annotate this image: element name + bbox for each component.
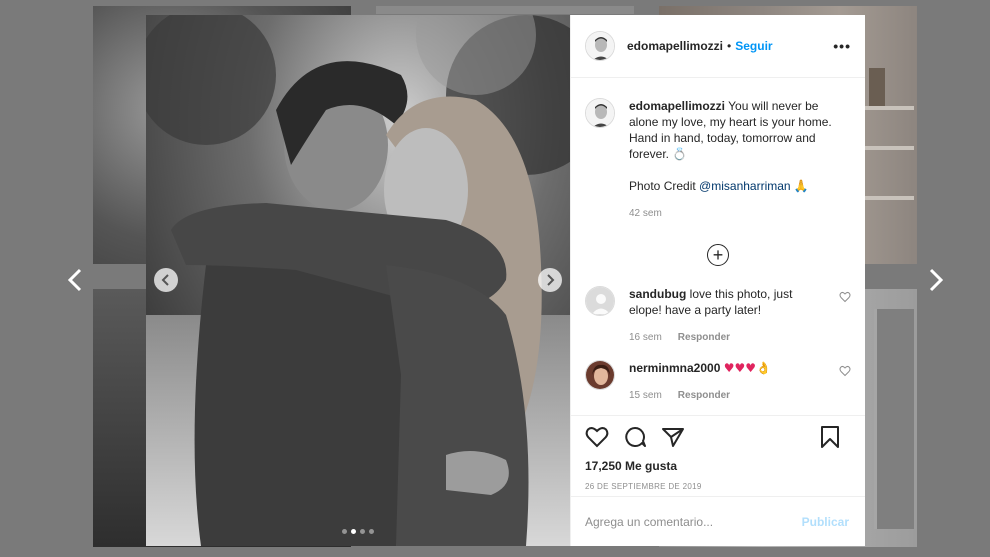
- slide-dot: [342, 529, 347, 534]
- separator: •: [727, 39, 732, 53]
- comment-author[interactable]: nerminmna2000: [629, 361, 720, 375]
- comment-body: sandubug love this photo, just elope! ha…: [629, 286, 827, 346]
- avatar[interactable]: [585, 98, 615, 128]
- plus-circle-icon[interactable]: +: [707, 244, 729, 266]
- chevron-right-icon: [547, 274, 555, 286]
- profile-photo: [586, 361, 614, 389]
- comment-meta: 16 sem Responder: [629, 330, 827, 346]
- action-bar: [585, 426, 851, 448]
- comment-icon[interactable]: [623, 426, 647, 448]
- caption-author[interactable]: edomapellimozzi: [629, 99, 725, 113]
- chevron-left-icon: [161, 274, 169, 286]
- shelf: [864, 146, 914, 150]
- post-modal: edomapellimozzi • Seguir ••• edomapellim…: [146, 15, 865, 546]
- comment-age: 15 sem: [629, 390, 662, 401]
- like-comment-heart-icon[interactable]: [839, 365, 851, 377]
- bookmark-icon[interactable]: [819, 426, 841, 448]
- chevron-left-icon: [67, 268, 82, 292]
- chevron-right-icon: [929, 268, 944, 292]
- comment-meta: 15 sem Responder: [629, 388, 827, 404]
- post-date: 26 DE SEPTIEMBRE DE 2019: [585, 482, 702, 491]
- caption: edomapellimozzi You will never be alone …: [585, 98, 851, 222]
- avatar[interactable]: [585, 31, 615, 61]
- caption-credit-prefix: Photo Credit: [629, 179, 700, 193]
- publish-button[interactable]: Publicar: [802, 515, 849, 529]
- slide-dot: [369, 529, 374, 534]
- slide-dot: [351, 529, 356, 534]
- previous-post-button[interactable]: [64, 266, 88, 294]
- feed-tile[interactable]: [376, 6, 634, 14]
- comment-input[interactable]: [585, 514, 802, 529]
- post-sidebar: edomapellimozzi • Seguir ••• edomapellim…: [570, 15, 865, 546]
- comment-body: nerminmna2000 ♥♥♥👌 15 sem Responder: [629, 360, 827, 404]
- heart-icon[interactable]: [585, 426, 609, 448]
- mention-link[interactable]: @misanharriman: [699, 179, 791, 193]
- next-post-button[interactable]: [923, 266, 947, 294]
- list-item: sandubug love this photo, just elope! ha…: [585, 286, 851, 346]
- comment-author[interactable]: sandubug: [629, 287, 686, 301]
- post-header: edomapellimozzi • Seguir •••: [571, 15, 865, 78]
- shelf: [864, 106, 914, 110]
- comment-text: ♥♥♥👌: [723, 361, 771, 375]
- post-photo[interactable]: [146, 15, 570, 546]
- post-author[interactable]: edomapellimozzi: [627, 39, 723, 53]
- picture-frame: [869, 68, 885, 106]
- shelf: [864, 196, 914, 200]
- caption-body: edomapellimozzi You will never be alone …: [629, 98, 834, 222]
- post-actions: 17,250 Me gusta 26 DE SEPTIEMBRE DE 2019: [571, 415, 865, 491]
- like-comment-heart-icon[interactable]: [839, 291, 851, 303]
- reply-button[interactable]: Responder: [678, 332, 730, 343]
- next-slide-button[interactable]: [538, 268, 562, 292]
- caption-age: 42 sem: [629, 208, 662, 219]
- caption-meta: 42 sem: [629, 206, 834, 222]
- follow-button[interactable]: Seguir: [735, 39, 772, 53]
- caption-credit-suffix: 🙏: [790, 179, 809, 193]
- avatar[interactable]: [585, 360, 615, 390]
- door: [874, 309, 914, 529]
- couple-photo: [146, 15, 570, 546]
- profile-photo: [586, 99, 614, 127]
- default-avatar-icon: [586, 287, 614, 315]
- like-count[interactable]: 17,250 Me gusta: [585, 459, 851, 473]
- reply-button[interactable]: Responder: [678, 390, 730, 401]
- list-item: nerminmna2000 ♥♥♥👌 15 sem Responder: [585, 360, 851, 404]
- profile-photo: [586, 32, 614, 60]
- more-icon[interactable]: •••: [833, 38, 851, 54]
- load-more: +: [585, 244, 851, 266]
- comments-list[interactable]: edomapellimozzi You will never be alone …: [571, 78, 865, 415]
- slide-indicator: [146, 529, 570, 534]
- share-icon[interactable]: [661, 426, 685, 448]
- previous-slide-button[interactable]: [154, 268, 178, 292]
- avatar[interactable]: [585, 286, 615, 316]
- slide-dot: [360, 529, 365, 534]
- comment-composer: Publicar: [571, 496, 865, 546]
- comment-age: 16 sem: [629, 332, 662, 343]
